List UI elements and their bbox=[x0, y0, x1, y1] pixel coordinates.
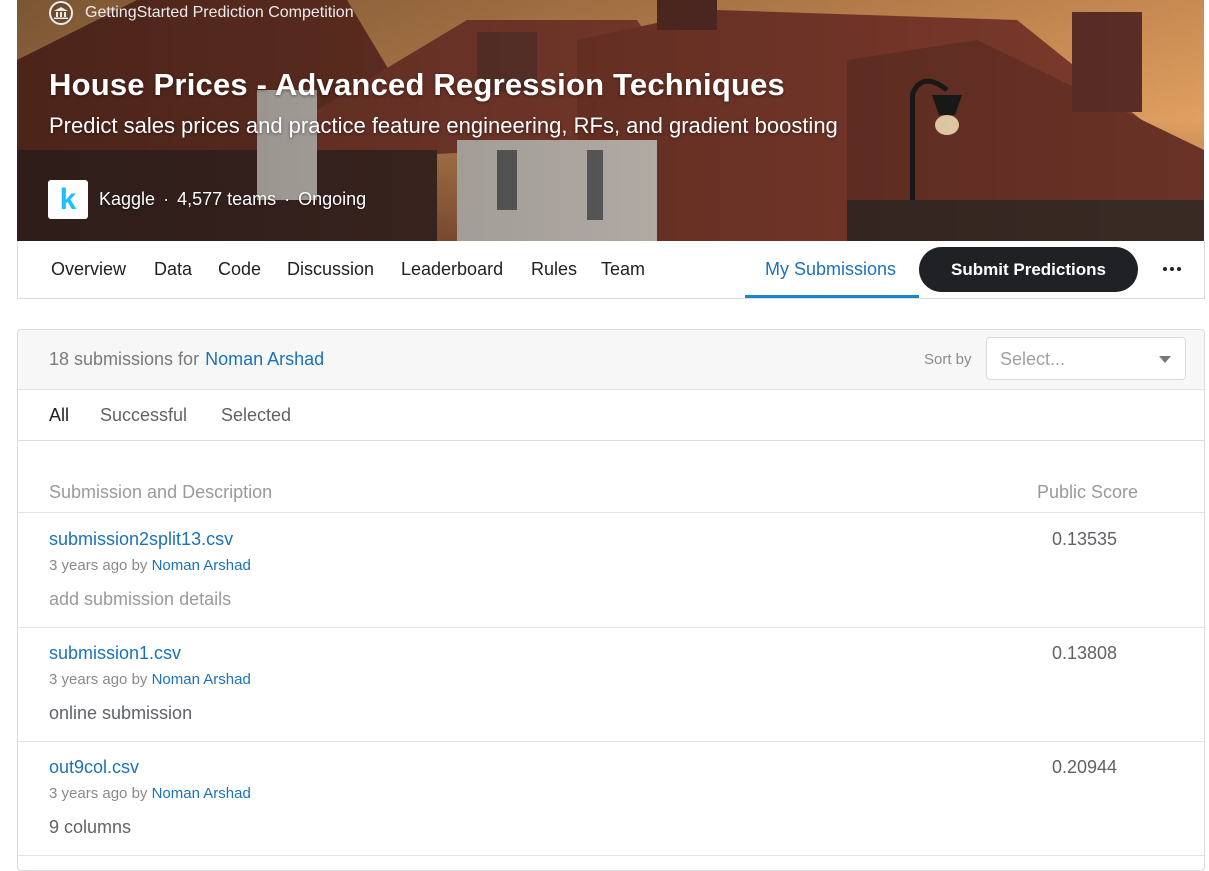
submission-meta: 3 years ago by Noman Arshad bbox=[49, 785, 251, 802]
submission-count: 18 submissions for Noman Arshad bbox=[49, 349, 324, 370]
by-label: by bbox=[131, 671, 148, 688]
submission-meta: 3 years ago by Noman Arshad bbox=[49, 557, 251, 574]
sort-dropdown[interactable]: Select... bbox=[986, 337, 1186, 380]
tab-code[interactable]: Code bbox=[218, 241, 261, 298]
tab-data[interactable]: Data bbox=[154, 241, 192, 298]
active-tab-indicator bbox=[745, 295, 919, 298]
submission-time: 3 years ago bbox=[49, 671, 128, 688]
tab-overview[interactable]: Overview bbox=[51, 241, 126, 298]
competition-header: GettingStarted Prediction Competition Ho… bbox=[17, 0, 1204, 241]
tab-my-submissions[interactable]: My Submissions bbox=[765, 241, 896, 298]
filter-selected[interactable]: Selected bbox=[221, 405, 291, 426]
competition-title: House Prices - Advanced Regression Techn… bbox=[49, 67, 786, 102]
teams-count: 4,577 teams bbox=[177, 189, 277, 209]
by-label: by bbox=[131, 557, 148, 574]
submission-time: 3 years ago bbox=[49, 557, 128, 574]
competition-type-label: GettingStarted Prediction Competition bbox=[85, 4, 354, 21]
submission-file-link[interactable]: out9col.csv bbox=[49, 757, 139, 778]
competition-status: Ongoing bbox=[298, 189, 367, 209]
submission-file-link[interactable]: submission2split13.csv bbox=[49, 529, 233, 550]
competition-meta: k Kaggle · 4,577 teams · Ongoing bbox=[48, 180, 366, 219]
submission-row: submission1.csv 3 years ago by Noman Ars… bbox=[18, 627, 1204, 742]
tab-rules[interactable]: Rules bbox=[531, 241, 577, 298]
submissions-panel: 18 submissions for Noman Arshad Sort by S… bbox=[17, 329, 1205, 871]
submission-meta: 3 years ago by Noman Arshad bbox=[49, 671, 251, 688]
tab-discussion[interactable]: Discussion bbox=[287, 241, 374, 298]
competition-type: GettingStarted Prediction Competition bbox=[49, 0, 354, 26]
competition-nav: Overview Data Code Discussion Leaderboar… bbox=[17, 241, 1205, 299]
chevron-down-icon bbox=[1159, 356, 1171, 363]
submission-description[interactable]: add submission details bbox=[49, 589, 231, 610]
author-link[interactable]: Noman Arshad bbox=[152, 671, 251, 688]
host-name[interactable]: Kaggle bbox=[99, 189, 155, 210]
column-header-score: Public Score bbox=[1037, 482, 1139, 502]
author-link[interactable]: Noman Arshad bbox=[152, 557, 251, 574]
submissions-header: 18 submissions for Noman Arshad Sort by S… bbox=[18, 330, 1204, 390]
submission-file-link[interactable]: submission1.csv bbox=[49, 643, 181, 664]
submit-predictions-button[interactable]: Submit Predictions bbox=[919, 247, 1138, 292]
submission-time: 3 years ago bbox=[49, 785, 128, 802]
public-score: 0.20944 bbox=[1052, 757, 1118, 777]
column-header-description: Submission and Description bbox=[49, 482, 273, 502]
submitter-link[interactable]: Noman Arshad bbox=[205, 349, 324, 369]
filter-successful[interactable]: Successful bbox=[100, 405, 187, 426]
sort-placeholder: Select... bbox=[1000, 349, 1066, 369]
meta-separator: · bbox=[284, 189, 291, 209]
competition-subtitle: Predict sales prices and practice featur… bbox=[49, 113, 838, 138]
bank-icon bbox=[49, 1, 73, 25]
sort-label: Sort by bbox=[924, 351, 972, 368]
author-link[interactable]: Noman Arshad bbox=[152, 785, 251, 802]
tab-team[interactable]: Team bbox=[601, 241, 645, 298]
by-label: by bbox=[131, 785, 148, 802]
more-options-icon[interactable] bbox=[1160, 259, 1184, 279]
submission-filters: All Successful Selected bbox=[18, 390, 1204, 441]
public-score: 0.13535 bbox=[1052, 529, 1118, 549]
meta-separator: · bbox=[163, 189, 170, 209]
submission-description: 9 columns bbox=[49, 817, 132, 837]
kaggle-logo-icon[interactable]: k bbox=[48, 180, 88, 219]
public-score: 0.13808 bbox=[1052, 643, 1118, 663]
tab-leaderboard[interactable]: Leaderboard bbox=[401, 241, 503, 298]
submission-count-label: 18 submissions for bbox=[49, 349, 200, 369]
submission-description: online submission bbox=[49, 703, 193, 723]
submission-row: out9col.csv 3 years ago by Noman Arshad … bbox=[18, 741, 1204, 856]
filter-all[interactable]: All bbox=[49, 405, 69, 426]
submission-row: submission2split13.csv 3 years ago by No… bbox=[18, 513, 1204, 628]
